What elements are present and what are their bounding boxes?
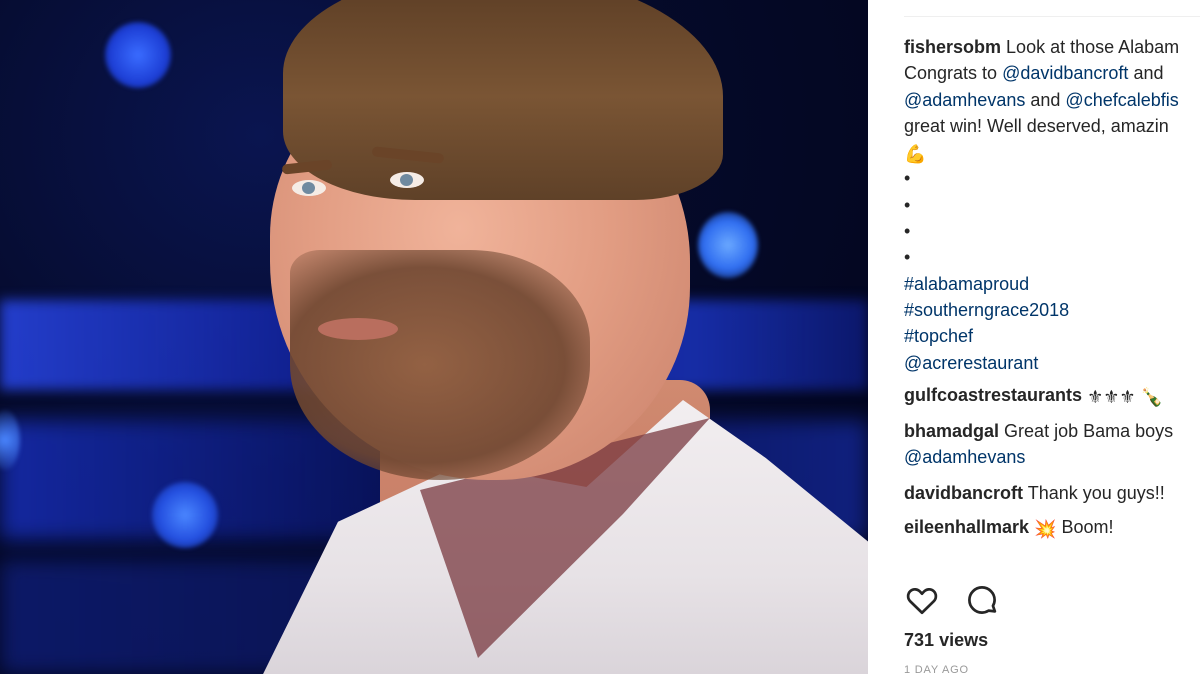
bullet-dot: • (904, 168, 911, 189)
comment-item: eileenhallmark 💥 Boom! (904, 514, 1200, 542)
comment-text: Boom! (1061, 517, 1114, 537)
flexed-biceps-emoji: 💪 (904, 144, 927, 165)
chef-mouth (318, 318, 398, 340)
bottle-emoji: 🍾 (1140, 387, 1163, 407)
caption-text: and (1133, 63, 1164, 84)
comment-text: Great job Bama boys (1004, 421, 1174, 441)
chef-eye (390, 172, 424, 188)
comment-text: Thank you guys!! (1027, 483, 1165, 503)
post-video[interactable] (0, 0, 868, 674)
comment-username[interactable]: bhamadgal (904, 421, 999, 441)
mention-link[interactable]: @acrerestaurant (904, 353, 1038, 373)
comments-panel: fishersobm Look at those Alabam Congrats… (868, 0, 1200, 674)
caption-text: great win! Well deserved, amazin (904, 115, 1169, 136)
chef-figure (0, 0, 868, 674)
caption-username[interactable]: fishersobm (904, 37, 1001, 57)
bullet-dot: • (904, 247, 911, 268)
bullet-dot: • (904, 221, 911, 242)
comment-username[interactable]: gulfcoastrestaurants (904, 385, 1082, 405)
hashtag-link[interactable]: #southerngrace2018 (904, 300, 1069, 320)
heart-icon (906, 588, 938, 615)
mention-link[interactable]: @chefcalebfis (1065, 90, 1178, 110)
views-count: 731 views (904, 630, 988, 651)
caption-text: and (1030, 89, 1061, 110)
divider (904, 16, 1200, 17)
post-timestamp[interactable]: 1 DAY AGO (904, 664, 969, 674)
comment-item: gulfcoastrestaurants ⚜⚜⚜ 🍾 (904, 382, 1200, 410)
chef-hair (283, 0, 723, 200)
chef-eye (292, 180, 326, 196)
collision-emoji: 💥 (1034, 519, 1057, 539)
hashtag-link[interactable]: #topchef (904, 326, 973, 346)
caption-text: Look at those Alabam (1006, 37, 1180, 57)
comment-item: bhamadgal Great job Bama boys @adamhevan… (904, 418, 1200, 471)
comment-button[interactable] (964, 582, 1000, 618)
views-label: views (939, 630, 989, 650)
views-number: 731 (904, 630, 935, 650)
bullet-dot: • (904, 194, 911, 215)
mention-link[interactable]: @adamhevans (904, 447, 1025, 467)
like-button[interactable] (904, 582, 940, 618)
hashtag-link[interactable]: #alabamaproud (904, 274, 1029, 294)
post-caption: fishersobm Look at those Alabam Congrats… (904, 34, 1200, 376)
comment-text: ⚜⚜⚜ (1087, 387, 1136, 407)
comment-bubble-icon (968, 586, 997, 614)
caption-text: Congrats to (904, 63, 998, 84)
chef-beard (290, 250, 590, 480)
comment-item: davidbancroft Thank you guys!! (904, 480, 1200, 506)
mention-link[interactable]: @davidbancroft (1002, 63, 1128, 83)
mention-link[interactable]: @adamhevans (904, 90, 1025, 110)
comment-username[interactable]: eileenhallmark (904, 517, 1029, 537)
comment-username[interactable]: davidbancroft (904, 483, 1023, 503)
